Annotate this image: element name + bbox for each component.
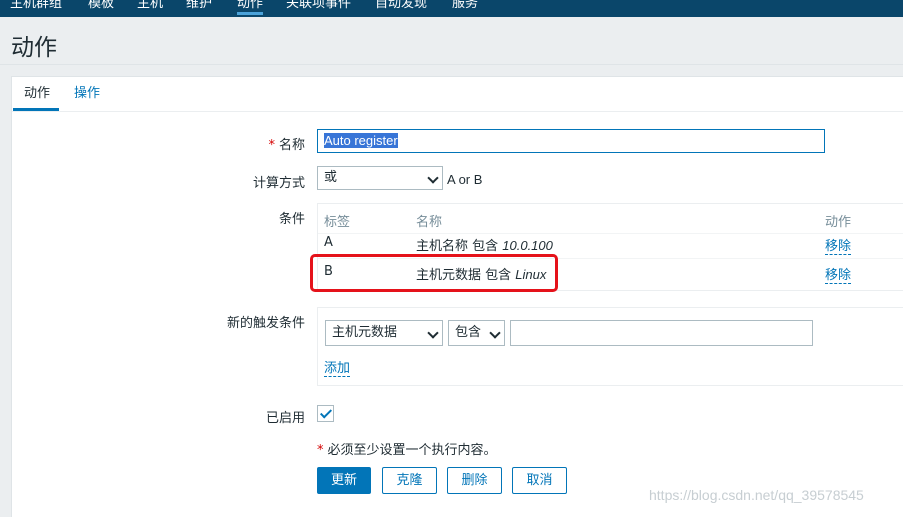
condition-label-a: A — [324, 235, 333, 250]
clone-button[interactable]: 克隆 — [382, 467, 437, 494]
required-asterisk: * — [268, 138, 275, 153]
name-input[interactable]: Auto register — [317, 129, 825, 153]
col-header-action: 动作 — [825, 215, 852, 230]
update-button[interactable]: 更新 — [317, 467, 371, 494]
calc-label: 计算方式 — [252, 176, 305, 191]
tabs-divider — [12, 111, 903, 112]
delete-button[interactable]: 删除 — [447, 467, 502, 494]
page-title: 动作 — [11, 35, 57, 61]
title-divider — [0, 64, 903, 65]
highlight-box — [310, 254, 558, 292]
col-header-name: 名称 — [416, 215, 443, 230]
calc-expression: A or B — [447, 172, 483, 187]
nav-item-host-groups[interactable]: 主机群组 — [10, 0, 62, 14]
chevron-down-icon — [489, 327, 501, 339]
watermark: https://blog.csdn.net/qq_39578545 — [649, 487, 864, 503]
required-note: * 必须至少设置一个执行内容。 — [317, 443, 497, 458]
tab-action[interactable]: 动作 — [12, 85, 60, 111]
top-nav: 主机群组 模板 主机 维护 动作 关联项事件 自动发现 服务 — [0, 0, 903, 17]
row-divider — [318, 233, 903, 234]
name-label: * 名称 — [268, 138, 305, 153]
nav-item-templates[interactable]: 模板 — [88, 0, 114, 14]
form-panel: 动作 操作 * 名称 Auto register 计算方式 或 A or B 条件… — [11, 76, 903, 517]
new-condition-box: 主机元数据 包含 添加 — [317, 307, 903, 386]
chevron-down-icon — [427, 172, 439, 184]
condition-value-input[interactable] — [510, 320, 813, 346]
conditions-label: 条件 — [278, 212, 305, 227]
condition-type-select[interactable]: 主机元数据 — [325, 320, 443, 346]
nav-item-actions[interactable]: 动作 — [237, 0, 264, 15]
chevron-down-icon — [427, 327, 439, 339]
remove-condition-a-link[interactable]: 移除 — [825, 235, 852, 255]
required-asterisk: * — [317, 443, 324, 458]
enabled-checkbox[interactable] — [317, 405, 334, 422]
add-condition-link[interactable]: 添加 — [324, 357, 351, 377]
enabled-label: 已启用 — [265, 411, 305, 426]
tab-operations[interactable]: 操作 — [74, 85, 100, 111]
nav-item-hosts[interactable]: 主机 — [137, 0, 163, 14]
remove-condition-b-link[interactable]: 移除 — [825, 264, 852, 284]
nav-item-maintenance[interactable]: 维护 — [186, 0, 212, 14]
col-header-label: 标签 — [324, 215, 351, 230]
cancel-button[interactable]: 取消 — [512, 467, 567, 494]
condition-name-a: 主机名称 包含 10.0.100 — [416, 238, 553, 254]
nav-item-discovery[interactable]: 自动发现 — [375, 0, 427, 14]
nav-item-correlation[interactable]: 关联项事件 — [286, 0, 351, 14]
condition-operator-select[interactable]: 包含 — [448, 320, 505, 346]
check-icon — [319, 406, 333, 419]
calc-type-select[interactable]: 或 — [317, 166, 443, 190]
nav-item-services[interactable]: 服务 — [452, 0, 478, 14]
new-condition-label: 新的触发条件 — [226, 316, 305, 331]
